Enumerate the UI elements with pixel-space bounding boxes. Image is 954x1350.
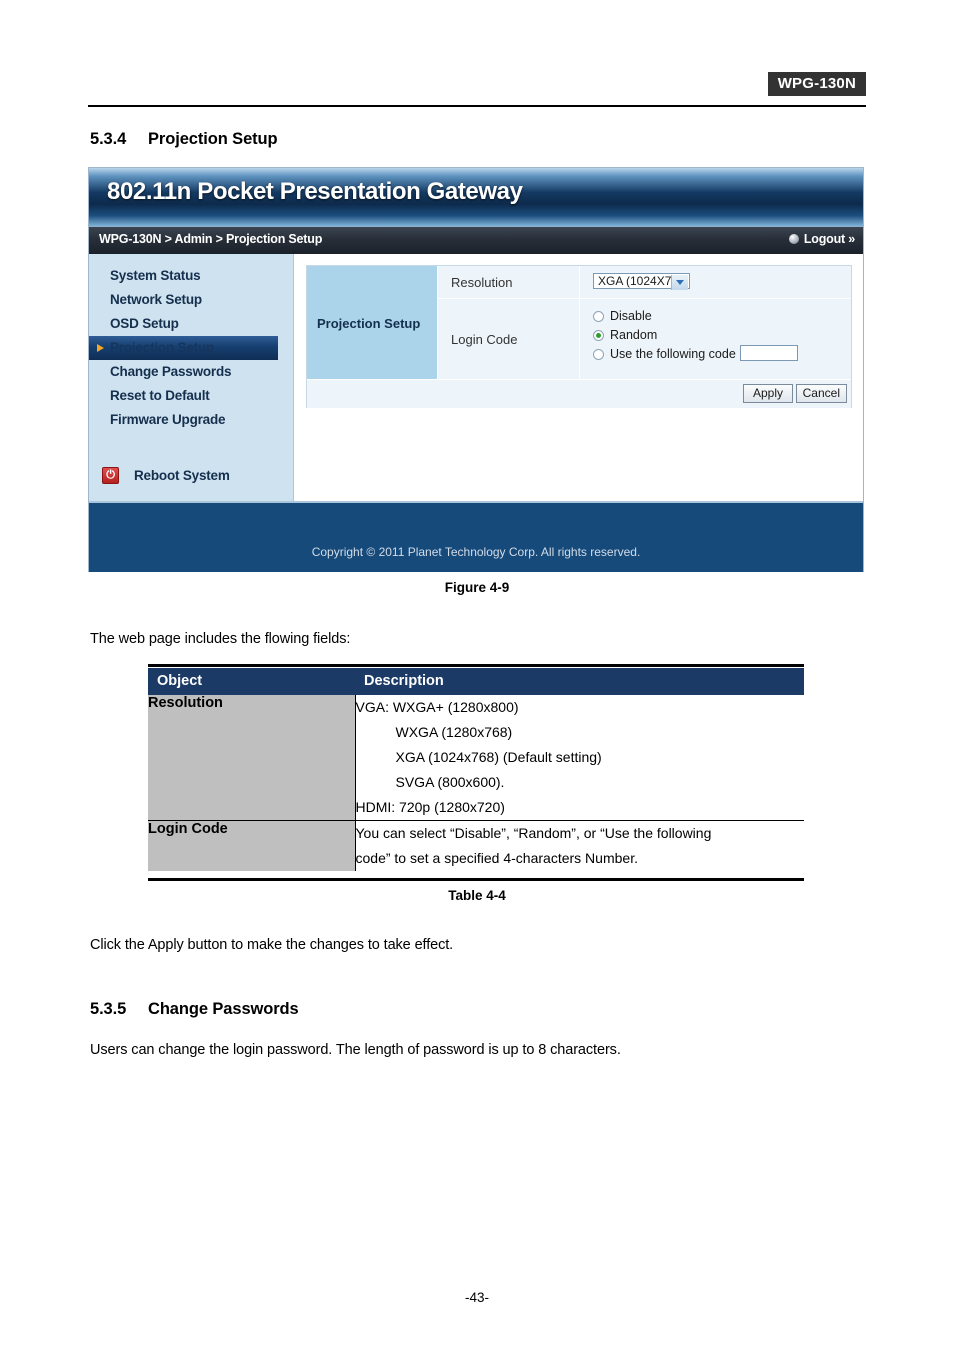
ui-banner-title: 802.11n Pocket Presentation Gateway [107,178,523,205]
sidebar-item-label: Firmware Upgrade [110,412,226,427]
ui-body: System Status Network Setup OSD Setup Pr… [89,254,863,501]
radio-disable[interactable]: Disable [593,307,843,326]
panel-actions: Apply Cancel [307,379,851,408]
description-line: WXGA (1280x768) [395,724,513,740]
table-cell-description: You can select “Disable”, “Random”, or “… [354,820,804,871]
resolution-row: Resolution XGA (1024X768) [438,266,851,299]
page-number: -43- [464,1290,489,1305]
power-icon: ⏻ [102,467,119,484]
object-description-table: Object Description Resolution VGA: WXGA+… [148,668,804,871]
ui-breadcrumb-bar: WPG-130N > Admin > Projection Setup Logo… [89,226,863,254]
radio-icon [593,349,604,360]
radio-label: Disable [610,309,652,323]
table-bottom-rule [148,877,804,881]
header-divider [88,105,866,107]
sidebar-item-change-passwords[interactable]: Change Passwords [89,360,294,384]
sidebar-item-reset-to-default[interactable]: Reset to Default [89,384,294,408]
field-divider [579,266,580,298]
reboot-system-label: Reboot System [134,468,230,483]
sidebar-item-label: Reset to Default [110,388,210,403]
section-heading-change-passwords: 5.3.5 Change Passwords [90,1000,299,1019]
login-code-input[interactable] [739,345,798,361]
sidebar-item-projection-setup[interactable]: Projection Setup [89,336,278,360]
figure-caption: Figure 4-9 [444,580,510,595]
description-line: SVGA (800x600). [395,774,505,790]
sidebar-item-reboot-system[interactable]: ⏻ Reboot System [89,464,294,488]
panel-group-label-text: Projection Setup [317,316,421,331]
table-header-object: Object [148,668,355,695]
sidebar-item-system-status[interactable]: System Status [89,264,294,288]
paragraph-fields-intro: The web page includes the flowing fields… [90,631,351,647]
sidebar-item-label: Change Passwords [110,364,232,379]
login-code-label: Login Code [451,332,518,347]
section-number: 5.3.4 [90,130,127,148]
document-header: WPG-130N [88,72,866,108]
chevron-right-icon [97,344,104,352]
table-cell-object: Login Code [148,820,355,871]
sidebar-item-label: Network Setup [110,292,202,307]
model-badge: WPG-130N [767,72,866,96]
radio-random[interactable]: Random [593,326,843,345]
sidebar-item-network-setup[interactable]: Network Setup [89,288,294,312]
projection-setup-panel: Projection Setup Resolution XGA (1024X76… [306,265,852,408]
cancel-button[interactable]: Cancel [795,384,847,403]
description-line: VGA: WXGA+ (1280x800) [355,699,519,715]
breadcrumb: WPG-130N > Admin > Projection Setup [99,232,323,246]
resolution-select[interactable]: XGA (1024X768) [593,273,690,290]
section-number: 5.3.5 [90,1000,127,1018]
table-header-description: Description [355,668,804,695]
section-title: Change Passwords [148,1000,299,1018]
logout-label: Logout » [803,232,855,246]
ui-banner: 802.11n Pocket Presentation Gateway [89,168,863,226]
panel-group-label: Projection Setup [307,266,438,379]
table-top-rule [148,664,804,667]
radio-use-following-code[interactable]: Use the following code [593,345,843,364]
paragraph-apply-note: Click the Apply button to make the chang… [90,937,454,953]
section-title: Projection Setup [148,130,278,148]
table-cell-description: VGA: WXGA+ (1280x800) WXGA (1280x768) XG… [354,695,804,821]
ui-sidebar: System Status Network Setup OSD Setup Pr… [89,254,294,501]
table-caption: Table 4-4 [448,888,506,903]
sidebar-item-label: System Status [110,268,201,283]
sidebar-item-osd-setup[interactable]: OSD Setup [89,312,294,336]
radio-label: Use the following code [610,347,736,361]
logout-button[interactable]: Logout » [788,232,855,246]
ui-footer: Copyright © 2011 Planet Technology Corp.… [89,501,863,572]
table-row: Login Code You can select “Disable”, “Ra… [148,820,804,871]
table-header-row: Object Description [148,668,804,695]
radio-icon-selected [593,330,604,341]
sidebar-item-label: OSD Setup [110,316,179,331]
figure-device-web-ui: 802.11n Pocket Presentation Gateway WPG-… [88,167,864,572]
chevron-down-icon[interactable] [670,275,688,290]
description-line: You can select “Disable”, “Random”, or “… [355,825,712,841]
radio-label: Random [610,328,658,342]
sidebar-item-label: Projection Setup [110,340,215,355]
description-line: XGA (1024x768) (Default setting) [395,749,602,765]
section-heading-projection-setup: 5.3.4 Projection Setup [90,130,278,149]
description-line: code” to set a specified 4-characters Nu… [355,850,638,866]
resolution-label: Resolution [451,275,513,290]
table-cell-object: Resolution [148,695,355,821]
description-line: HDMI: 720p (1280x720) [355,799,505,815]
login-code-row: Login Code Disable Random Use the follow… [438,299,851,379]
table-row: Resolution VGA: WXGA+ (1280x800) WXGA (1… [148,695,804,821]
radio-icon [593,311,604,322]
apply-button[interactable]: Apply [743,384,793,403]
logout-icon [788,234,799,244]
copyright-text: Copyright © 2011 Planet Technology Corp.… [311,545,641,559]
field-divider [579,299,580,379]
paragraph-password-note: Users can change the login password. The… [90,1042,621,1058]
sidebar-item-firmware-upgrade[interactable]: Firmware Upgrade [89,408,294,432]
